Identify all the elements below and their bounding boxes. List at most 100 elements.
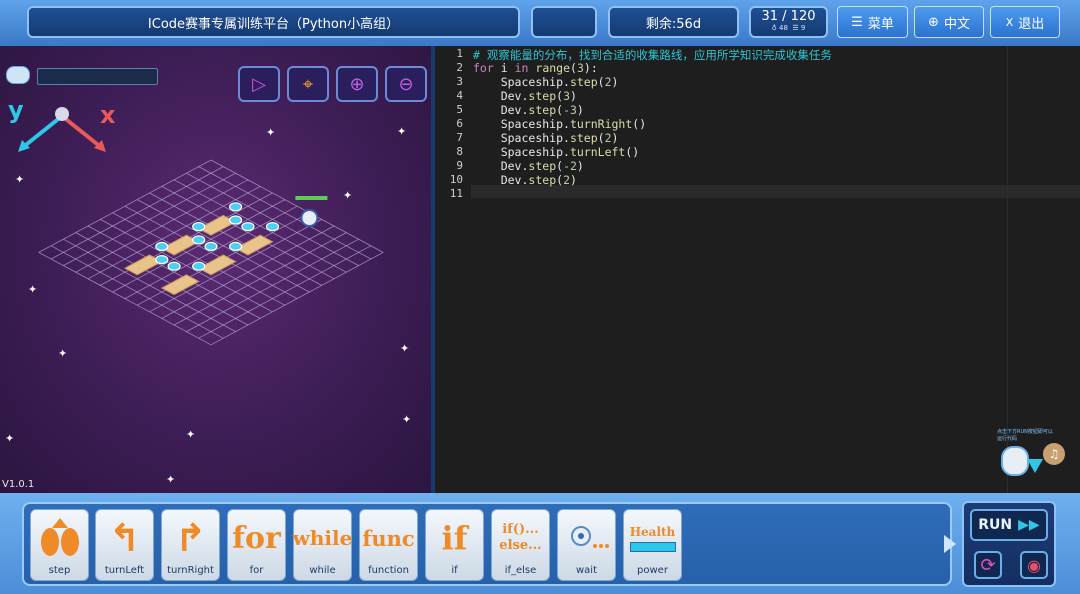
block-label: if	[451, 565, 458, 576]
code-line[interactable]: Dev.step(-2)	[473, 159, 584, 173]
energy-pod-icon	[192, 222, 206, 232]
ruler	[1007, 46, 1008, 493]
block-step[interactable]: step	[30, 509, 89, 581]
exit-button[interactable]: X 退出	[990, 6, 1060, 38]
spaceship-icon	[300, 209, 319, 227]
energy-pod-icon	[229, 241, 243, 251]
language-label: 中文	[943, 16, 970, 32]
stat-b-icon: ☰	[792, 23, 799, 32]
bottom-panel: step ↰ turnLeft ↱ turnRight for for whil…	[0, 493, 1080, 594]
block-label: turnRight	[167, 565, 214, 576]
version-label: V1.0.1	[2, 479, 35, 490]
block-while[interactable]: while while	[293, 509, 352, 581]
energy-pod-icon	[167, 261, 181, 271]
language-button[interactable]: ⊕ 中文	[914, 6, 984, 38]
block-turnright[interactable]: ↱ turnRight	[161, 509, 220, 581]
code-editor[interactable]: 1 2 3 4 5 6 7 8 9 10 11 # 观察能量的分布，找到合适的收集路线，应用所学知识…	[435, 46, 1080, 493]
code-line[interactable]: Spaceship.step(2)	[473, 131, 619, 145]
fast-forward-icon: ▶▶	[1018, 517, 1040, 533]
func-icon: func	[362, 525, 415, 551]
spaceship-health-bar	[295, 196, 328, 200]
level-progress-text: 31 / 120	[761, 8, 816, 24]
exit-icon: X	[1005, 15, 1014, 29]
helper-mascot[interactable]: 点击下方RUN按钮即可以运行代码 ♫	[997, 429, 1065, 476]
block-for[interactable]: for for	[227, 509, 286, 581]
globe-icon: ⊕	[928, 14, 939, 30]
run-panel: RUN ▶▶ ⟳ ◉	[962, 501, 1056, 587]
level-progress[interactable]: 31 / 120 ♁ 48 ☰ 9	[749, 6, 828, 38]
run-label: RUN	[978, 517, 1013, 533]
platform-tile	[160, 274, 200, 296]
menu-button[interactable]: ☰ 菜单	[837, 6, 908, 38]
energy-pod-icon	[155, 255, 169, 265]
code-line[interactable]: Dev.step(3)	[473, 89, 577, 103]
energy-pod-icon	[229, 202, 243, 212]
stat-b-value: 9	[800, 23, 806, 32]
line-number: 11	[449, 187, 463, 200]
block-palette: step ↰ turnLeft ↱ turnRight for for whil…	[22, 502, 952, 586]
block-label: function	[368, 565, 409, 576]
page-title-text: ICode赛事专属训练平台（Python小高组）	[147, 16, 400, 32]
block-function[interactable]: func function	[359, 509, 418, 581]
block-label: wait	[575, 565, 597, 576]
block-label: while	[309, 565, 336, 576]
stop-icon[interactable]: ◉	[1020, 551, 1048, 579]
line-number: 5	[456, 103, 463, 116]
code-line[interactable]: Spaceship.turnRight()	[473, 117, 646, 131]
energy-pod-icon	[192, 261, 206, 271]
turn-left-icon: ↰	[108, 516, 141, 560]
block-label: step	[48, 565, 71, 576]
code-line[interactable]: Spaceship.step(2)	[473, 75, 619, 89]
energy-pod-icon	[229, 215, 243, 225]
line-number: 7	[456, 131, 463, 144]
energy-pod-icon	[265, 222, 280, 232]
health-bar	[629, 541, 676, 552]
energy-pod-icon	[155, 241, 169, 251]
line-number-gutter: 1 2 3 4 5 6 7 8 9 10 11	[435, 46, 471, 493]
helper-hint: 点击下方RUN按钮即可以运行代码	[997, 429, 1053, 442]
page-title: ICode赛事专属训练平台（Python小高组）	[27, 6, 520, 38]
block-turnleft[interactable]: ↰ turnLeft	[95, 509, 154, 581]
remaining-days-badge: 剩余:56d	[608, 6, 739, 38]
line-number: 10	[449, 173, 463, 186]
line-number: 1	[456, 47, 463, 60]
block-power[interactable]: Health power	[623, 509, 682, 581]
exit-label: 退出	[1018, 16, 1045, 32]
block-if-else[interactable]: if()... else... if_else	[491, 509, 550, 581]
line-number: 3	[456, 75, 463, 88]
down-arrow-icon	[1027, 459, 1043, 473]
top-bar: ICode赛事专属训练平台（Python小高组） 剩余:56d 31 / 120…	[0, 0, 1080, 46]
if-else-line2: else...	[499, 538, 542, 553]
line-number: 2	[456, 61, 463, 74]
energy-pod-icon	[204, 241, 218, 251]
wait-icon	[558, 514, 615, 562]
remaining-days-text: 剩余:56d	[645, 16, 702, 32]
code-line[interactable]: Spaceship.turnLeft()	[473, 145, 640, 159]
for-icon: for	[232, 520, 281, 556]
code-line[interactable]: for i in range(3):	[473, 61, 598, 75]
bell-icon[interactable]: ♫	[1043, 443, 1065, 465]
block-if[interactable]: if if	[425, 509, 484, 581]
block-wait[interactable]: wait	[557, 509, 616, 581]
line-number: 6	[456, 117, 463, 130]
turn-right-icon: ↱	[174, 516, 207, 560]
energy-pod-icon	[241, 222, 255, 232]
scroll-right-icon[interactable]	[944, 535, 956, 553]
health-text: Health	[629, 524, 676, 539]
line-number: 4	[456, 89, 463, 102]
block-label: turnLeft	[104, 565, 145, 576]
isometric-grid	[38, 159, 384, 346]
if-else-icon: if()... else...	[492, 514, 549, 562]
reset-icon[interactable]: ⟳	[974, 551, 1002, 579]
game-canvas[interactable]: ✦ ✦ ✦ ✦ ✦ ✦ ✦ ✦ ✦ ✦ ✦ ▷ ⌖ ⊕ ⊖ y x V1.0.1	[0, 46, 431, 493]
line-number: 9	[456, 159, 463, 172]
code-line[interactable]: Dev.step(-3)	[473, 103, 584, 117]
blank-panel	[531, 6, 597, 38]
line-number: 8	[456, 145, 463, 158]
stat-a-icon: ♁	[771, 23, 777, 32]
level-stats: ♁ 48 ☰ 9	[772, 24, 806, 33]
code-line[interactable]: Dev.step(2)	[473, 173, 577, 187]
block-label: for	[249, 565, 264, 576]
run-button[interactable]: RUN ▶▶	[970, 509, 1048, 541]
if-else-line1: if()...	[502, 522, 539, 537]
